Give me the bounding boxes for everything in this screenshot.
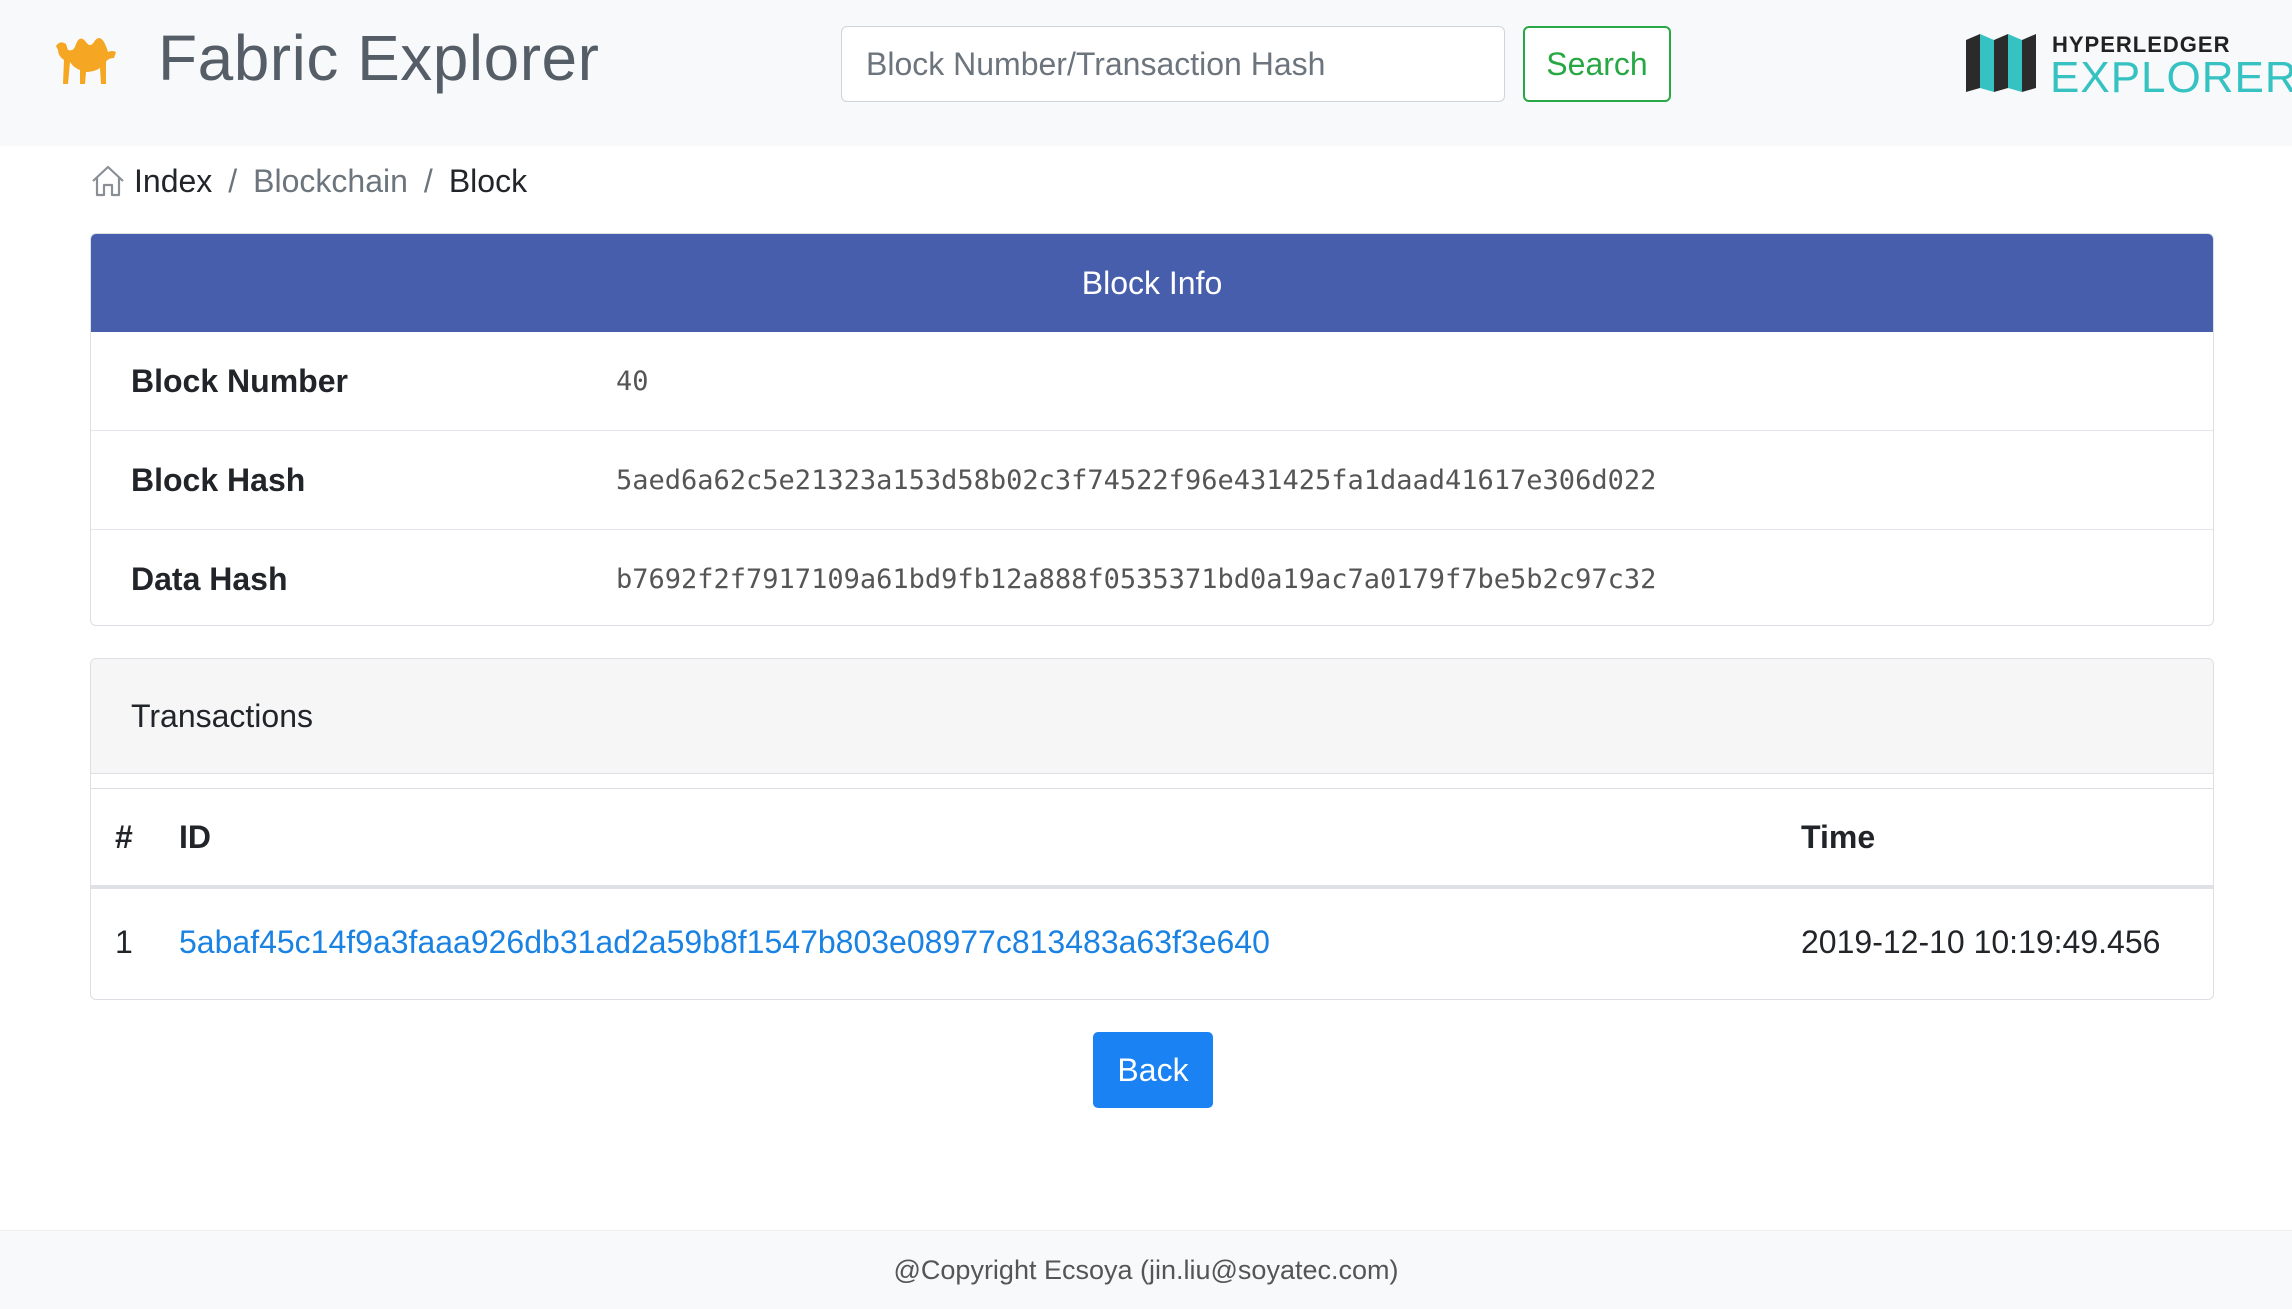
- tx-id-link[interactable]: 5abaf45c14f9a3faaa926db31ad2a59b8f1547b8…: [179, 924, 1270, 960]
- transactions-card: Transactions # ID Time 1 5abaf45c14f9a3f…: [90, 658, 2214, 1000]
- transactions-divider: [91, 774, 2213, 789]
- block-number-row: Block Number 40: [91, 332, 2213, 430]
- data-hash-row: Data Hash b7692f2f7917109a61bd9fb12a888f…: [91, 529, 2213, 625]
- breadcrumb-separator: /: [228, 162, 238, 199]
- block-number-label: Block Number: [131, 362, 348, 399]
- home-icon: [92, 165, 124, 197]
- tx-number-cell: 1: [115, 923, 133, 960]
- transactions-title: Transactions: [91, 659, 2213, 774]
- block-hash-value: 5aed6a62c5e21323a153d58b02c3f74522f96e43…: [616, 464, 1657, 496]
- back-button[interactable]: Back: [1093, 1032, 1213, 1108]
- column-header-id: ID: [179, 789, 1801, 889]
- breadcrumb-item-block: Block: [448, 162, 528, 199]
- data-hash-value: b7692f2f7917109a61bd9fb12a888f0535371bd0…: [616, 563, 1657, 595]
- block-info-title: Block Info: [91, 234, 2213, 332]
- camel-icon: [56, 38, 116, 84]
- brand-bottom-text: EXPLORER: [2050, 53, 2292, 102]
- breadcrumb-item-blockchain[interactable]: Blockchain: [253, 163, 408, 200]
- top-navbar: Fabric Explorer Search HYPERLEDGER EXPLO…: [0, 0, 2292, 146]
- tx-id-cell: 5abaf45c14f9a3faaa926db31ad2a59b8f1547b8…: [179, 887, 1801, 995]
- column-header-time: Time: [1801, 789, 2213, 889]
- search-input[interactable]: [841, 26, 1505, 102]
- breadcrumb-item-index[interactable]: Index: [134, 163, 212, 200]
- breadcrumb-separator: /: [423, 162, 433, 199]
- block-info-card: Block Info Block Number 40 Block Hash 5a…: [90, 233, 2214, 626]
- block-hash-row: Block Hash 5aed6a62c5e21323a153d58b02c3f…: [91, 430, 2213, 529]
- table-row: 1 5abaf45c14f9a3faaa926db31ad2a59b8f1547…: [91, 887, 2213, 995]
- breadcrumb: Index / Blockchain / Block: [90, 158, 527, 204]
- transactions-table: # ID Time 1 5abaf45c14f9a3faaa926db31ad2…: [91, 789, 2213, 995]
- block-hash-label: Block Hash: [131, 461, 306, 498]
- tx-time-cell: 2019-12-10 10:19:49.456: [1801, 923, 2161, 960]
- block-number-value: 40: [616, 365, 649, 397]
- footer: @Copyright Ecsoya (jin.liu@soyatec.com): [0, 1230, 2292, 1309]
- table-header-row: # ID Time: [91, 789, 2213, 889]
- column-header-number: #: [91, 789, 179, 889]
- data-hash-label: Data Hash: [131, 560, 288, 597]
- search-button[interactable]: Search: [1523, 26, 1671, 102]
- copyright-text: @Copyright Ecsoya (jin.liu@soyatec.com): [893, 1254, 1399, 1285]
- app-title: Fabric Explorer: [158, 22, 600, 94]
